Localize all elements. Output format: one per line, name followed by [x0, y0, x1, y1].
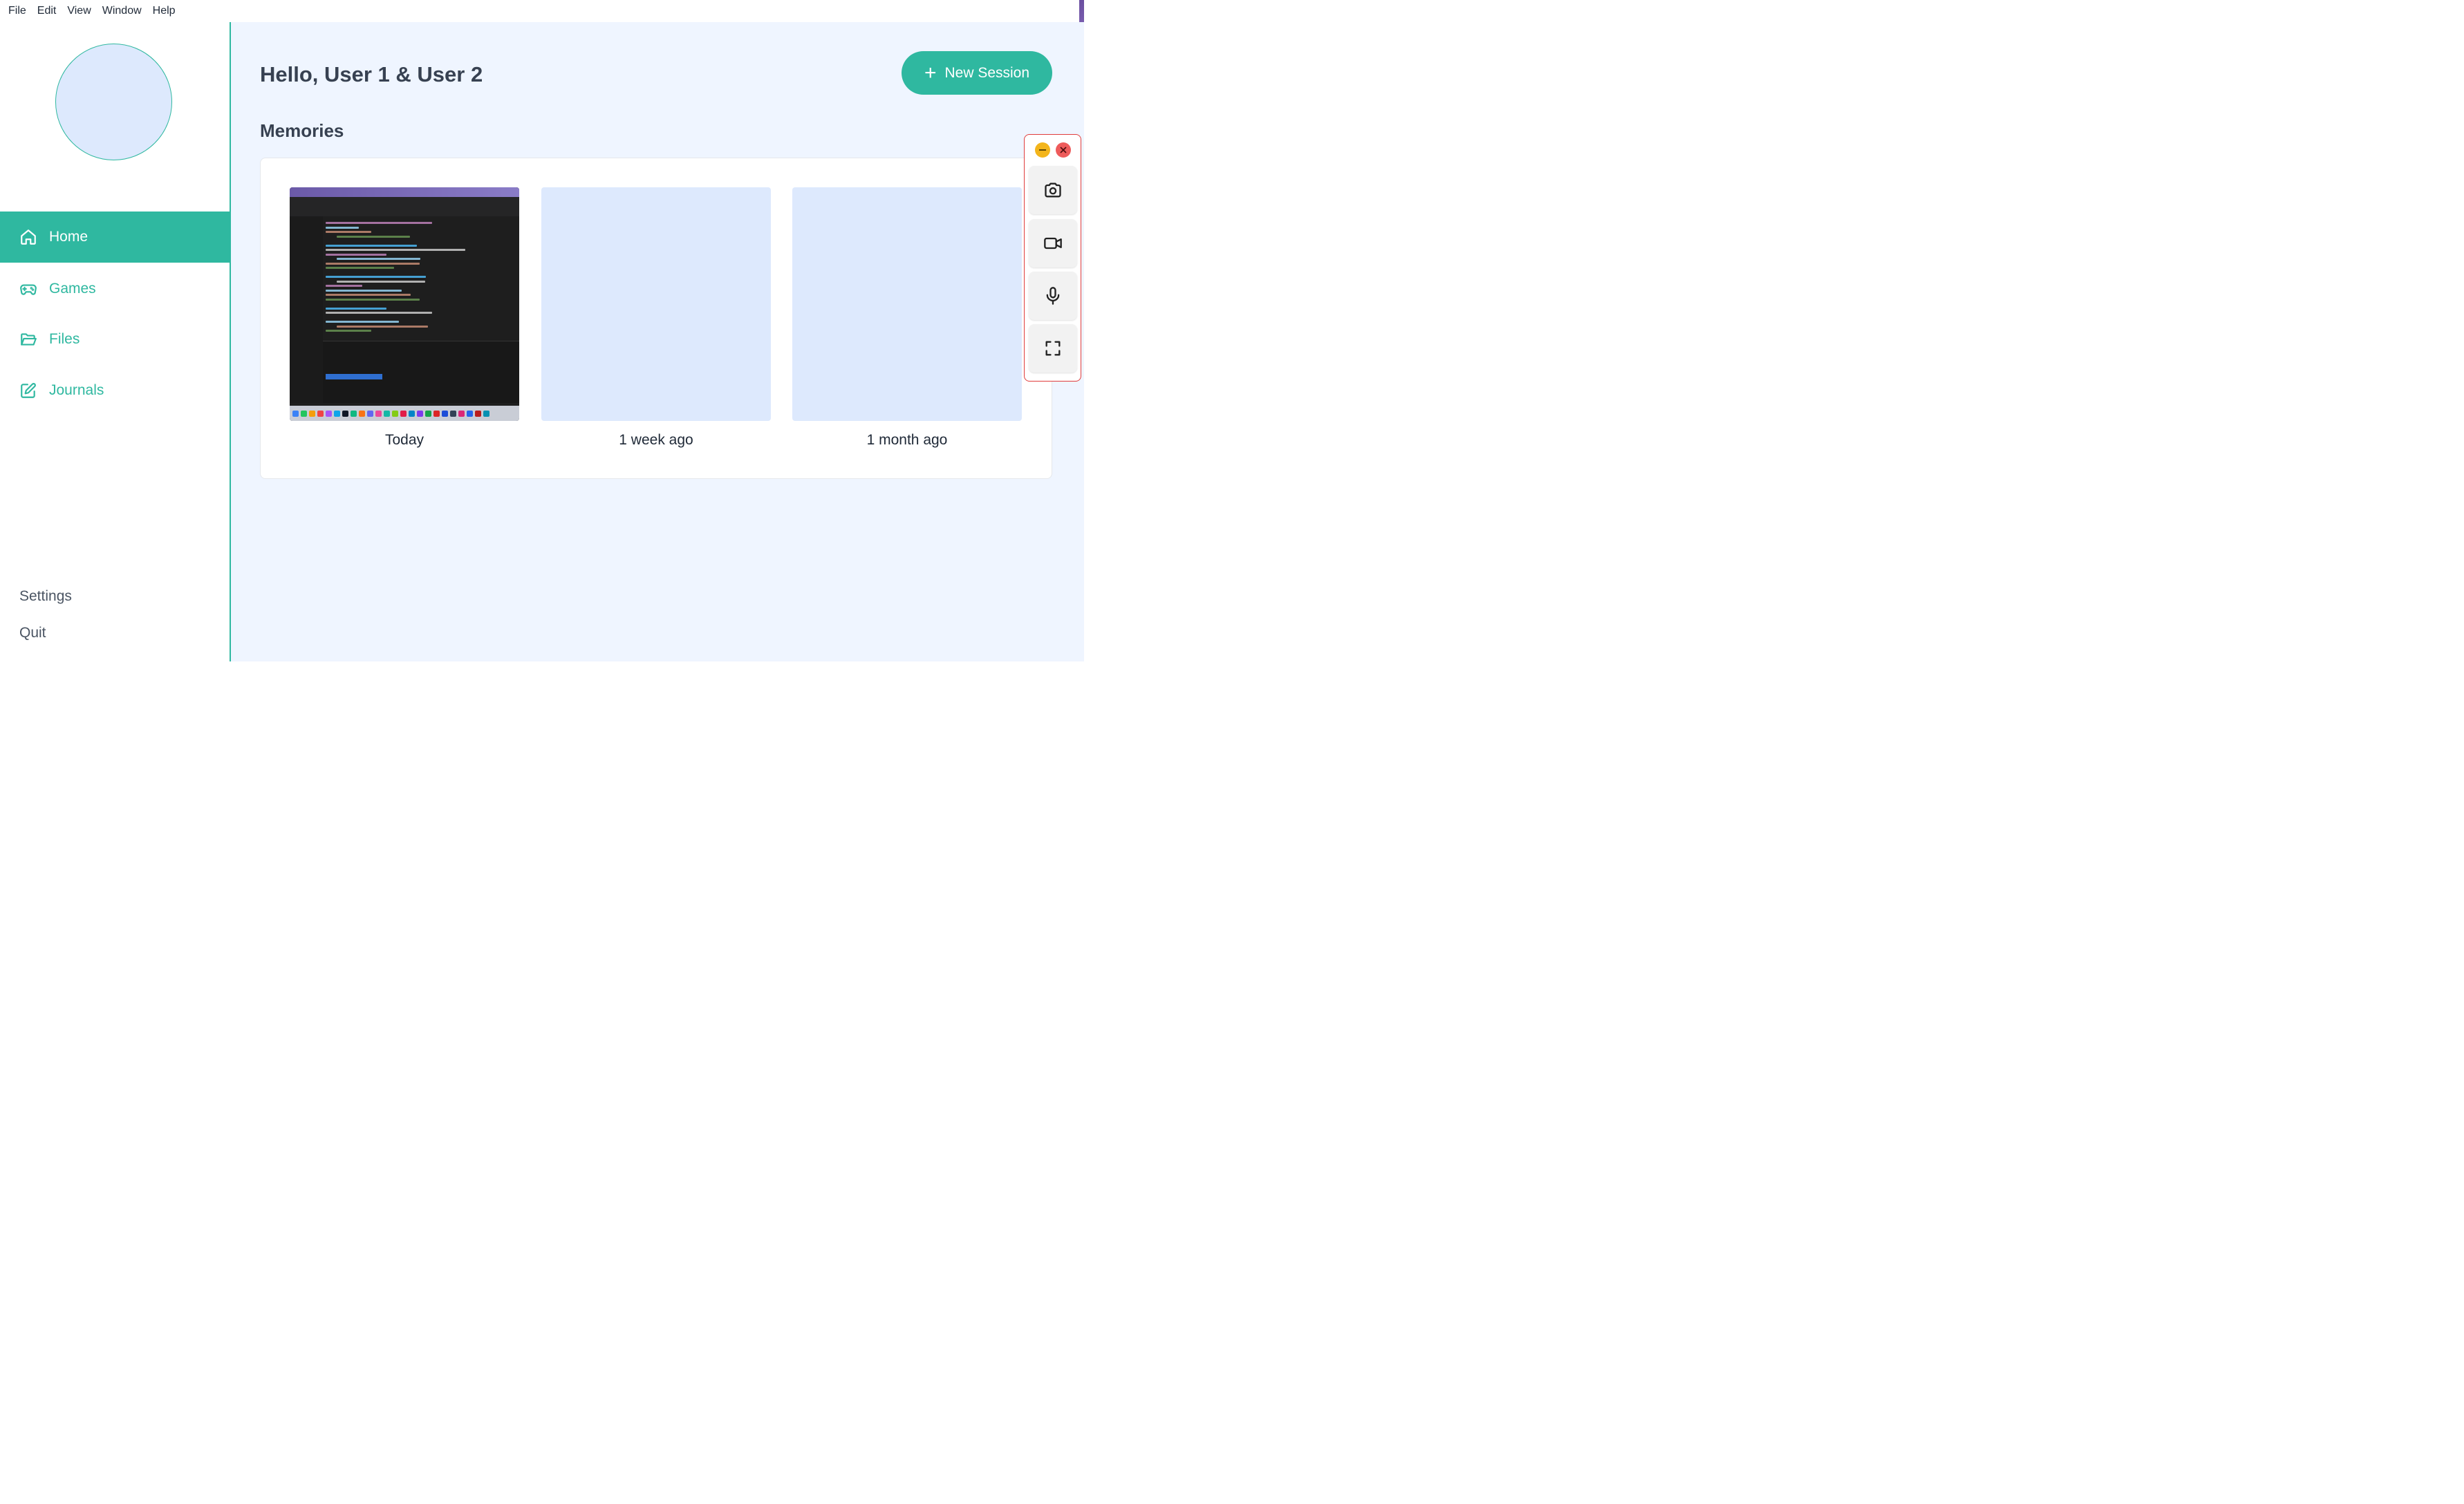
new-session-button[interactable]: + New Session — [902, 51, 1052, 95]
sidebar-item-journals[interactable]: Journals — [0, 365, 230, 416]
memory-item-today[interactable]: Today — [290, 187, 519, 449]
microphone-icon — [1046, 287, 1060, 305]
minimize-icon — [1039, 149, 1046, 151]
memories-card: Today 1 week ago 1 month ago — [260, 158, 1052, 479]
memories-title: Memories — [260, 120, 344, 141]
fullscreen-capture-button[interactable] — [1029, 324, 1077, 373]
record-video-button[interactable] — [1029, 219, 1077, 267]
camera-icon — [1045, 182, 1061, 198]
capture-toolbar — [1024, 134, 1081, 382]
sidebar-item-label: Games — [49, 281, 96, 297]
screenshot-image — [290, 187, 519, 421]
plus-icon: + — [924, 61, 937, 84]
menu-view[interactable]: View — [62, 0, 96, 22]
sidebar-item-games[interactable]: Games — [0, 263, 230, 314]
edit-icon — [19, 382, 37, 400]
fullscreen-icon — [1045, 341, 1061, 356]
settings-link[interactable]: Settings — [19, 588, 72, 605]
close-button[interactable] — [1056, 142, 1071, 158]
memory-thumbnail-placeholder[interactable] — [792, 187, 1022, 421]
memory-caption: 1 month ago — [866, 432, 948, 448]
memory-item-week[interactable]: 1 week ago — [541, 187, 771, 449]
memory-caption: 1 week ago — [619, 432, 693, 448]
memory-caption: Today — [384, 432, 424, 448]
sidebar-item-label: Files — [49, 331, 80, 347]
record-audio-button[interactable] — [1029, 272, 1077, 320]
avatar[interactable] — [55, 44, 172, 160]
quit-link[interactable]: Quit — [19, 625, 46, 641]
menu-file[interactable]: File — [3, 0, 32, 22]
new-session-label: New Session — [944, 64, 1030, 81]
sidebar-item-home[interactable]: Home — [0, 212, 230, 263]
sidebar-item-files[interactable]: Files — [0, 314, 230, 365]
sidebar-item-label: Journals — [49, 382, 104, 398]
menu-window[interactable]: Window — [97, 0, 147, 22]
minimize-button[interactable] — [1035, 142, 1050, 158]
menu-edit[interactable]: Edit — [32, 0, 62, 22]
menu-help[interactable]: Help — [147, 0, 181, 22]
memory-item-month[interactable]: 1 month ago — [792, 187, 1022, 449]
main-content: Hello, User 1 & User 2 + New Session Mem… — [231, 22, 1084, 661]
close-icon — [1060, 147, 1067, 153]
menu-bar: File Edit View Window Help — [0, 0, 1084, 22]
sidebar-item-label: Home — [49, 229, 88, 245]
screenshot-button[interactable] — [1029, 166, 1077, 214]
video-icon — [1044, 237, 1062, 250]
sidebar: Home Games Files Journals Settings Quit — [0, 22, 230, 661]
memory-thumbnail-placeholder[interactable] — [541, 187, 771, 421]
page-title: Hello, User 1 & User 2 — [260, 62, 483, 86]
memory-thumbnail[interactable] — [290, 187, 519, 421]
home-icon — [19, 228, 37, 246]
gamepad-icon — [19, 280, 37, 298]
folder-icon — [19, 330, 37, 348]
